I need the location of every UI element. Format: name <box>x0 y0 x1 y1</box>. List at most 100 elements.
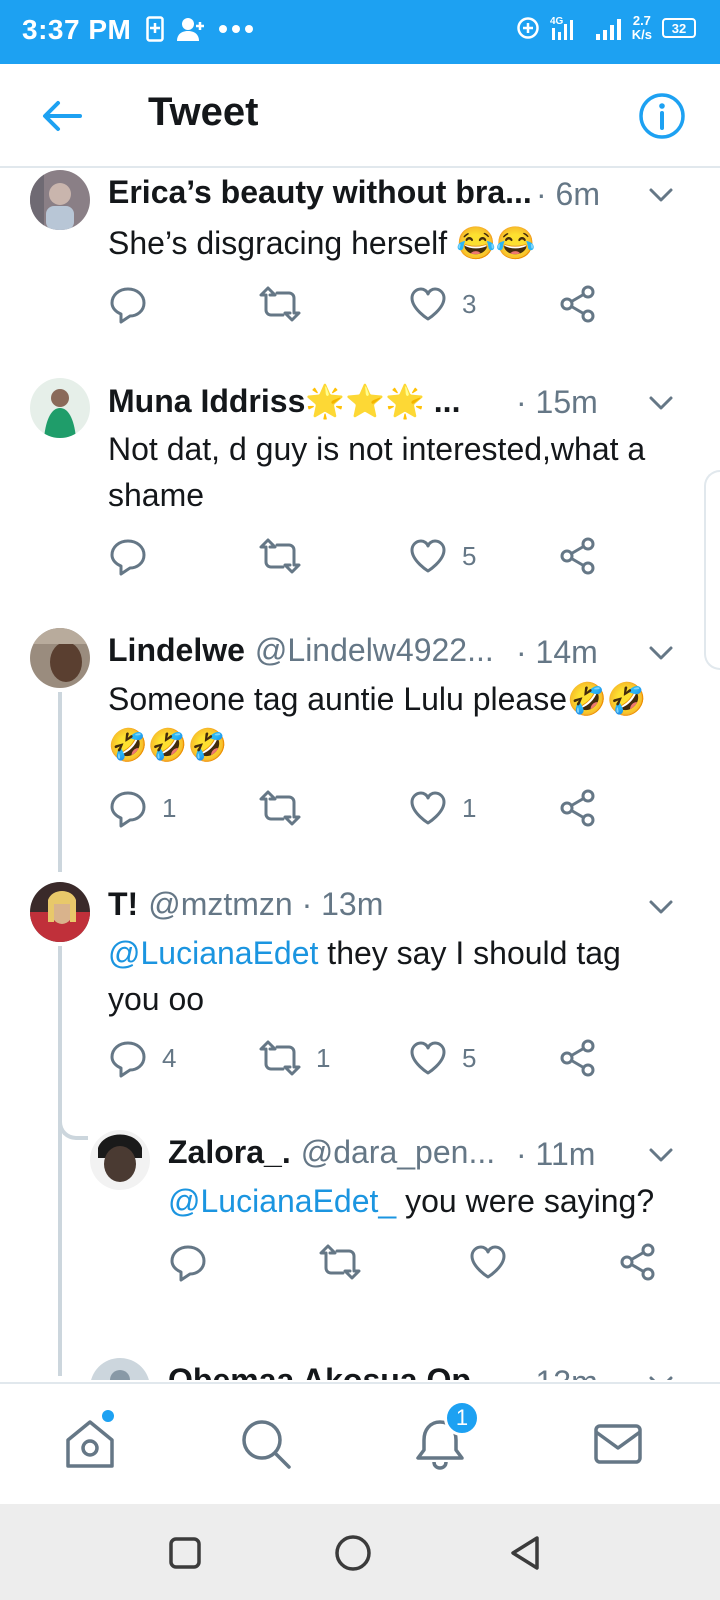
reply-button[interactable]: 1 <box>108 788 176 828</box>
tweet-header: Obemaa Akosua Op... <box>168 1362 498 1380</box>
heart-icon <box>410 791 446 825</box>
nav-home[interactable] <box>50 1404 130 1484</box>
nav-search[interactable] <box>226 1404 306 1484</box>
tweet[interactable]: Obemaa Akosua Op... · 13m <box>0 1358 720 1380</box>
home-system-button[interactable] <box>328 1528 378 1578</box>
add-user-icon <box>177 18 204 41</box>
home-new-dot <box>102 1410 114 1422</box>
retweet-count: 1 <box>316 1042 331 1073</box>
reply-button[interactable]: 4 <box>108 1038 176 1078</box>
share-button[interactable] <box>558 536 598 576</box>
battery-icon: 32 <box>662 18 696 38</box>
retweet-button[interactable] <box>318 1242 376 1282</box>
avatar[interactable] <box>30 882 90 942</box>
tweet-text: Not dat, d guy is not interested,what a … <box>108 431 646 513</box>
like-count: 5 <box>462 1042 477 1073</box>
tweet[interactable]: Lindelwe @Lindelw4922... · 14m Someone t… <box>0 628 720 878</box>
tweet[interactable]: Erica’s beauty without bra... · 6m She’s… <box>0 170 720 370</box>
tweet-header: Muna Iddriss🌟⭐🌟 ... <box>108 382 460 420</box>
retweet-button[interactable] <box>258 284 316 324</box>
retweet-button[interactable] <box>258 788 316 828</box>
battery-level: 32 <box>671 20 687 36</box>
signal-bars-icon <box>595 19 621 40</box>
recents-button[interactable] <box>160 1528 210 1578</box>
author-name[interactable]: Obemaa Akosua Op... <box>168 1362 498 1380</box>
share-button[interactable] <box>558 284 598 324</box>
mention-link[interactable]: @LucianaEdet_ <box>168 1183 396 1219</box>
tweet-actions: 4 1 5 <box>108 1038 608 1082</box>
reply-button[interactable] <box>168 1242 222 1282</box>
info-button[interactable] <box>634 88 690 144</box>
nav-notifications[interactable]: 1 <box>400 1400 480 1484</box>
tweet-header: T! @mztmzn · 13m <box>108 886 383 923</box>
share-button[interactable] <box>558 1038 598 1078</box>
author-name[interactable]: Erica’s beauty without bra... <box>108 174 532 211</box>
share-icon <box>620 1243 655 1281</box>
scroll-handle[interactable] <box>704 470 720 670</box>
back-system-button[interactable] <box>500 1528 550 1578</box>
chevron-down-icon[interactable] <box>646 892 676 922</box>
chevron-down-icon[interactable] <box>646 1368 676 1380</box>
arrow-left-icon <box>43 101 82 131</box>
home-icon <box>66 1420 114 1468</box>
author-handle[interactable]: @Lindelw4922... <box>255 632 494 669</box>
retweet-button[interactable]: 1 <box>258 1038 330 1078</box>
author-name[interactable]: Muna Iddriss🌟⭐🌟 ... <box>108 382 460 420</box>
tweet[interactable]: T! @mztmzn · 13m @LucianaEdet they say I… <box>0 882 720 1132</box>
heart-icon <box>470 1245 506 1279</box>
info-icon <box>639 93 685 139</box>
author-name[interactable]: T! <box>108 886 138 923</box>
back-button[interactable] <box>36 90 88 142</box>
search-icon <box>242 1420 291 1469</box>
tweet-time: · 13m <box>516 1364 598 1380</box>
avatar[interactable] <box>90 1358 150 1380</box>
reply-icon <box>170 1245 206 1282</box>
retweet-icon <box>259 1040 301 1076</box>
chevron-down-icon[interactable] <box>646 388 676 418</box>
share-button[interactable] <box>558 788 598 828</box>
author-handle[interactable]: @mztmzn · 13m <box>148 886 383 923</box>
avatar[interactable] <box>30 378 90 438</box>
svg-text:4G: 4G <box>550 16 564 27</box>
author-handle[interactable]: @dara_pen... <box>301 1134 495 1171</box>
author-name[interactable]: Lindelwe <box>108 632 245 669</box>
share-button[interactable] <box>618 1242 658 1282</box>
retweet-button[interactable] <box>258 536 316 576</box>
tweet-header: Lindelwe @Lindelw4922... <box>108 632 494 669</box>
avatar[interactable] <box>90 1130 150 1190</box>
reply-icon <box>110 287 146 324</box>
avatar[interactable] <box>30 170 90 230</box>
replies-list[interactable]: Erica’s beauty without bra... · 6m She’s… <box>0 170 720 1380</box>
like-count: 1 <box>462 792 477 823</box>
author-name[interactable]: Zalora_. <box>168 1134 291 1171</box>
nav-messages[interactable] <box>578 1404 658 1484</box>
tweet-time: · 15m <box>516 384 598 420</box>
tweet-text: @LucianaEdet they say I should tag you o… <box>108 930 668 1022</box>
retweet-icon <box>319 1244 361 1280</box>
avatar[interactable] <box>30 628 90 688</box>
tweet-header: Erica’s beauty without bra... <box>108 174 532 211</box>
heart-icon <box>410 1041 446 1075</box>
chevron-down-icon[interactable] <box>646 1140 676 1170</box>
heart-icon <box>410 539 446 573</box>
tweet[interactable]: Muna Iddriss🌟⭐🌟 ... · 15m Not dat, d guy… <box>0 378 720 628</box>
sim-card-icon <box>146 16 164 42</box>
data-saver-icon <box>517 17 539 39</box>
like-button[interactable]: 3 <box>408 284 476 324</box>
retweet-icon <box>259 286 301 322</box>
tweet-actions <box>168 1242 668 1286</box>
tweet-time: · 11m <box>516 1136 596 1172</box>
like-button[interactable]: 5 <box>408 536 476 576</box>
reply-icon <box>110 1041 146 1078</box>
like-button[interactable]: 5 <box>408 1038 476 1078</box>
like-button[interactable] <box>468 1242 522 1282</box>
mention-link[interactable]: @LucianaEdet <box>108 935 318 971</box>
like-button[interactable]: 1 <box>408 788 476 828</box>
retweet-icon <box>259 790 301 826</box>
reply-button[interactable] <box>108 536 162 576</box>
chevron-down-icon[interactable] <box>646 180 676 210</box>
chevron-down-icon[interactable] <box>646 638 676 668</box>
tweet[interactable]: Zalora_. @dara_pen... · 11m @LucianaEdet… <box>0 1130 720 1330</box>
reply-button[interactable] <box>108 284 162 324</box>
share-icon <box>560 1039 595 1077</box>
